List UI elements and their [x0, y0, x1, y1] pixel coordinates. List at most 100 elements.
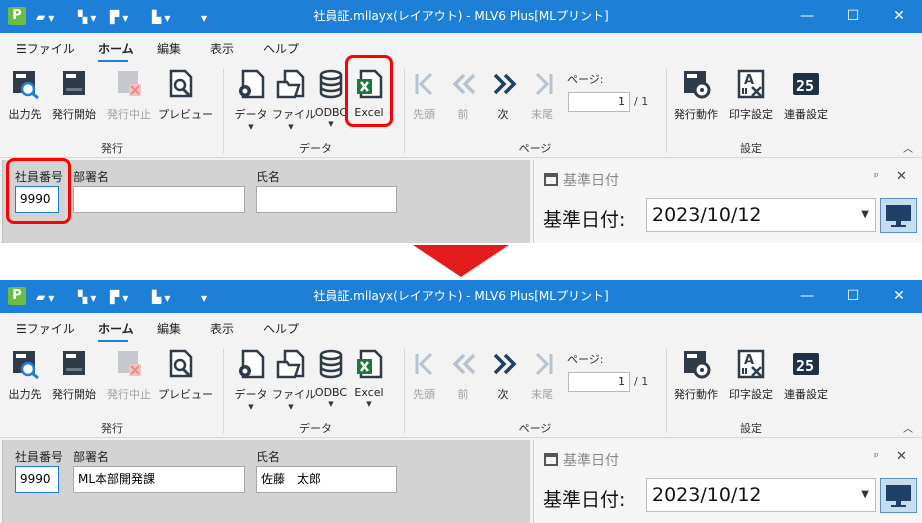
- last-page-button[interactable]: 末尾: [527, 68, 557, 122]
- print-settings-icon: A: [737, 69, 765, 99]
- preview-button[interactable]: プレビュー: [158, 348, 213, 402]
- menu-edit[interactable]: 編集: [157, 40, 181, 57]
- group-label-settings: 設定: [740, 142, 762, 155]
- open-folder-icon[interactable]: ▰ ▼: [36, 8, 62, 26]
- monitor-icon: [886, 485, 911, 507]
- printer-icon[interactable]: ▚ ▼: [78, 288, 104, 306]
- name-field[interactable]: [256, 186, 397, 213]
- close-button[interactable]: ✕: [876, 0, 922, 33]
- prev-page-button[interactable]: 前: [448, 348, 478, 402]
- printer-stop-icon: [118, 71, 141, 96]
- monitor-button[interactable]: [880, 198, 917, 233]
- print-settings-button[interactable]: A 印字設定: [727, 348, 775, 402]
- issue-behavior-button[interactable]: 発行動作: [672, 348, 720, 402]
- last-page-button[interactable]: 末尾: [527, 348, 557, 402]
- title-bar: P ▰ ▼ ▚ ▼ ▛ ▼ ▙ ▼ ▼ 社員証.mllayx(レイアウト) - MLV6…: [0, 0, 922, 33]
- start-issue-button[interactable]: 発行開始: [50, 348, 98, 402]
- monitor-button[interactable]: [880, 478, 917, 513]
- printer-gear-icon: [684, 71, 711, 99]
- department-field[interactable]: ML本部開発課: [73, 466, 245, 493]
- odbc-button[interactable]: ODBC ▼: [313, 348, 349, 408]
- group-label-page: ページ: [518, 422, 552, 435]
- stop-issue-button[interactable]: 発行中止: [105, 68, 153, 122]
- menu-view[interactable]: 表示: [210, 40, 234, 57]
- minimize-button[interactable]: —: [784, 0, 830, 33]
- double-chevron-right-icon: [493, 353, 517, 375]
- data-gear-icon: [239, 349, 265, 379]
- first-page-button[interactable]: 先頭: [409, 68, 439, 122]
- collapse-ribbon-icon[interactable]: ︿: [903, 420, 913, 435]
- group-label-data: データ: [299, 142, 332, 155]
- prev-page-button[interactable]: 前: [448, 68, 478, 122]
- data-button[interactable]: データ ▼: [233, 68, 269, 131]
- preview-icon: [169, 349, 193, 378]
- department-field[interactable]: [73, 186, 245, 213]
- menu-home[interactable]: ホーム: [98, 40, 134, 57]
- pane-close-icon[interactable]: ✕: [896, 169, 907, 184]
- start-issue-button[interactable]: 発行開始: [50, 68, 98, 122]
- printer-icon[interactable]: ▚ ▼: [78, 8, 104, 26]
- serial-settings-button[interactable]: 25 連番設定: [781, 348, 831, 402]
- output-dest-button[interactable]: 出力先: [7, 68, 43, 122]
- department-label: 部署名: [73, 450, 110, 464]
- date-select[interactable]: 2023/10/12 ▼: [646, 198, 876, 232]
- date-pane-title: 基準日付: [544, 170, 619, 190]
- page-number-input[interactable]: 1: [568, 372, 630, 392]
- file-button[interactable]: ファイル ▼: [272, 68, 316, 131]
- odbc-button[interactable]: ODBC ▼: [313, 68, 349, 128]
- page-label: ページ:: [567, 353, 604, 366]
- issue-behavior-button[interactable]: 発行動作: [672, 68, 720, 122]
- printer-icon: [63, 351, 85, 375]
- name-field[interactable]: 佐藤 太郎: [256, 466, 397, 493]
- chevron-down-icon: ▼: [861, 209, 869, 220]
- date-select[interactable]: 2023/10/12 ▼: [646, 478, 876, 512]
- group-label-settings: 設定: [740, 422, 762, 435]
- department-label: 部署名: [73, 170, 110, 184]
- file-button[interactable]: ファイル ▼: [272, 348, 316, 411]
- menu-home[interactable]: ホーム: [98, 320, 134, 337]
- close-button[interactable]: ✕: [876, 280, 922, 313]
- pin-icon[interactable]: ᵖ: [874, 450, 879, 463]
- menu-file[interactable]: ☰ファイル: [16, 40, 75, 57]
- page-number-input[interactable]: 1: [568, 92, 630, 112]
- preview-button[interactable]: プレビュー: [158, 68, 213, 122]
- next-page-button[interactable]: 次: [488, 68, 518, 122]
- print-settings-button[interactable]: A 印字設定: [727, 68, 775, 122]
- menu-help[interactable]: ヘルプ: [263, 40, 299, 57]
- employee-no-field[interactable]: 9990: [15, 466, 59, 493]
- export-icon[interactable]: ▙ ▼: [152, 8, 178, 26]
- pin-icon[interactable]: ᵖ: [874, 170, 879, 183]
- maximize-button[interactable]: ☐: [830, 280, 876, 313]
- pane-close-icon[interactable]: ✕: [896, 449, 907, 464]
- output-dest-button[interactable]: 出力先: [7, 348, 43, 402]
- file-folder-icon: [276, 69, 305, 99]
- open-folder-icon[interactable]: ▰ ▼: [36, 288, 62, 306]
- data-gear-icon: [239, 69, 265, 99]
- chevron-down-icon: ▼: [861, 489, 869, 500]
- menu-view[interactable]: 表示: [210, 320, 234, 337]
- menu-file[interactable]: ☰ファイル: [16, 320, 75, 337]
- first-page-icon: [415, 72, 433, 96]
- menu-help[interactable]: ヘルプ: [263, 320, 299, 337]
- employee-no-label: 社員番号: [15, 450, 64, 464]
- maximize-button[interactable]: ☐: [830, 0, 876, 33]
- minimize-button[interactable]: —: [784, 280, 830, 313]
- double-chevron-right-icon: [493, 73, 517, 95]
- calendar-icon: [544, 453, 558, 466]
- print-setting-icon[interactable]: ▛ ▼: [110, 288, 136, 306]
- excel-button[interactable]: Excel ▼: [351, 348, 387, 408]
- data-button[interactable]: データ ▼: [233, 348, 269, 411]
- next-page-button[interactable]: 次: [488, 348, 518, 402]
- menu-edit[interactable]: 編集: [157, 320, 181, 337]
- first-page-button[interactable]: 先頭: [409, 348, 439, 402]
- serial-settings-button[interactable]: 25 連番設定: [781, 68, 831, 122]
- export-icon[interactable]: ▙ ▼: [152, 288, 178, 306]
- ribbon: 出力先 発行開始 発行中止 プレビュー 発行 データ ▼ ファイル ▼ ODBC…: [0, 63, 922, 158]
- collapse-ribbon-icon[interactable]: ︿: [903, 140, 913, 155]
- svg-text:25: 25: [796, 77, 814, 95]
- page-label: ページ:: [567, 73, 604, 86]
- title-bar: P ▰ ▼ ▚ ▼ ▛ ▼ ▙ ▼ ▼ 社員証.mllayx(レイアウト) - MLV6…: [0, 280, 922, 313]
- stop-issue-button[interactable]: 発行中止: [105, 348, 153, 402]
- print-setting-icon[interactable]: ▛ ▼: [110, 8, 136, 26]
- app-window-before: P ▰ ▼ ▚ ▼ ▛ ▼ ▙ ▼ ▼ 社員証.mllayx(レイアウト) - MLV6…: [0, 0, 922, 243]
